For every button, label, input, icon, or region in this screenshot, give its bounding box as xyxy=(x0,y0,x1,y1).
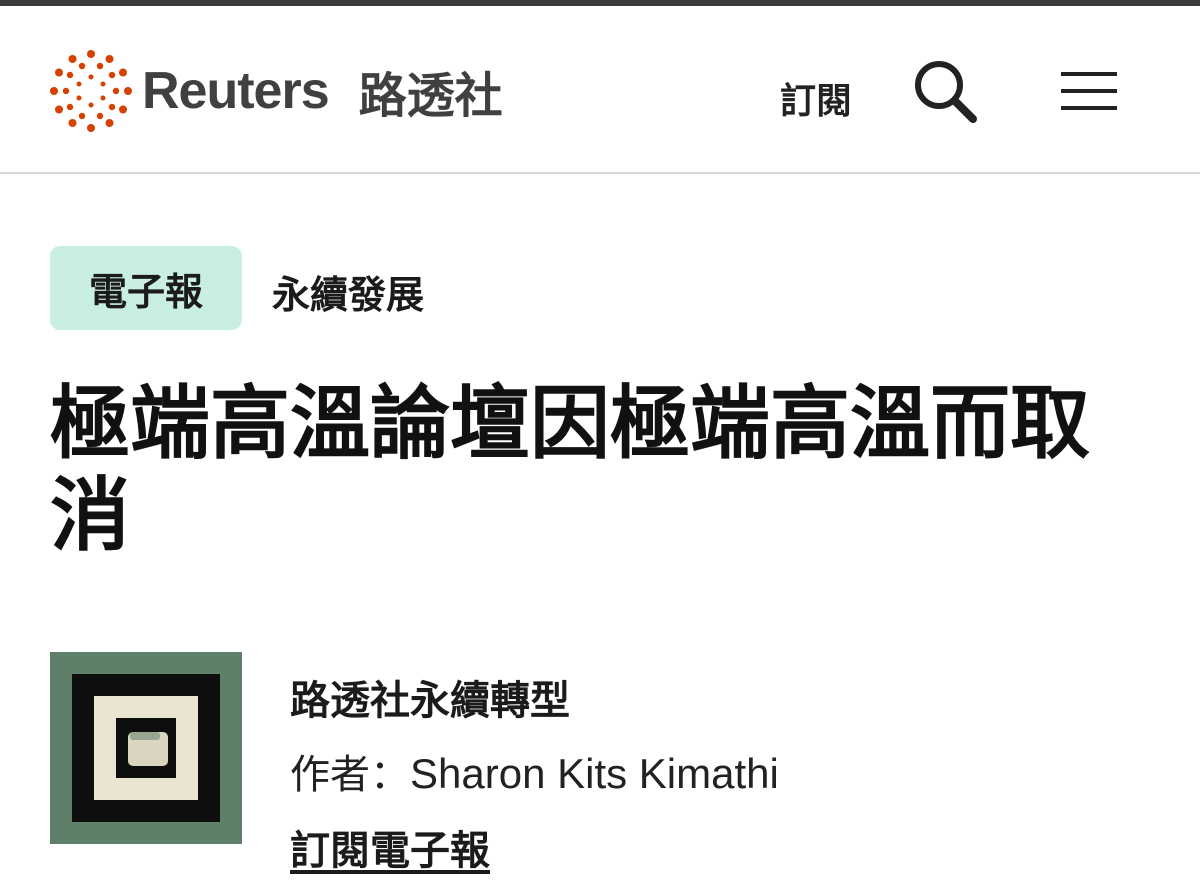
byline: 作者：Sharon Kits Kimathi xyxy=(290,742,779,800)
search-icon xyxy=(915,61,977,123)
reuters-logo[interactable]: Reuters 路透社 xyxy=(50,48,503,134)
menu-button[interactable] xyxy=(1054,56,1124,126)
author-name[interactable]: Sharon Kits Kimathi xyxy=(410,750,779,797)
byline-prefix: 作者： xyxy=(290,752,410,798)
newsletter-logo-icon[interactable] xyxy=(50,652,242,844)
newsletter-name[interactable]: 路透社永續轉型 xyxy=(290,668,570,726)
article-headline: 極端高溫論壇因極端高溫而取消 xyxy=(50,377,1090,562)
subscribe-newsletter-link[interactable]: 訂閱電子報 xyxy=(290,818,490,876)
hamburger-menu-icon xyxy=(1061,72,1117,110)
reuters-logo-icon xyxy=(50,50,132,132)
subscribe-button[interactable]: 訂閱 xyxy=(780,72,852,124)
site-header: Reuters 路透社 訂閱 xyxy=(0,6,1200,174)
brand-name-chinese: 路透社 xyxy=(358,68,503,124)
newsletter-badge[interactable]: 電子報 xyxy=(50,246,242,330)
search-button[interactable] xyxy=(910,56,980,126)
page: Reuters 路透社 訂閱 電子報 永續發展 極端高溫論壇因極端高溫而取消 路… xyxy=(0,0,1200,894)
brand-name: Reuters xyxy=(142,62,330,120)
section-link-sustainability[interactable]: 永續發展 xyxy=(272,264,424,319)
